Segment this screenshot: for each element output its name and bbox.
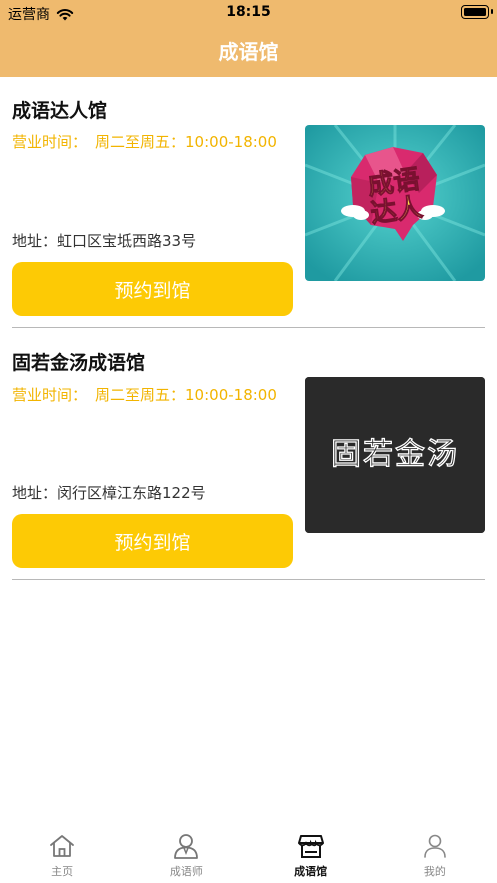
venue-hours: 营业时间： 周二至周五：10:00-18:00 <box>12 131 277 152</box>
tab-idiom-hall[interactable]: 成语馆 <box>249 825 373 883</box>
home-icon <box>50 835 75 857</box>
app-header: 运营商 18:15 成语馆 <box>0 0 497 77</box>
venue-image[interactable]: 固若金汤 <box>305 377 485 533</box>
battery-icon <box>461 5 493 19</box>
tab-home[interactable]: 主页 <box>0 825 124 883</box>
book-visit-button[interactable]: 预约到馆 <box>12 262 293 316</box>
status-time: 18:15 <box>226 4 271 20</box>
venue-name: 成语达人馆 <box>12 100 108 122</box>
address-value: 虹口区宝坻西路33号 <box>57 232 197 250</box>
venue-address: 地址：闵行区樟江东路122号 <box>12 482 206 503</box>
address-value: 闵行区樟江东路122号 <box>57 484 206 502</box>
venue-name: 固若金汤成语馆 <box>12 352 146 374</box>
store-icon <box>297 835 324 858</box>
address-label: 地址： <box>12 484 58 502</box>
venue-card: 固若金汤成语馆 营业时间： 周二至周五：10:00-18:00 地址：闵行区樟江东… <box>0 329 497 581</box>
tab-label: 我的 <box>423 865 446 878</box>
hours-value: 周二至周五：10:00-18:00 <box>95 386 277 404</box>
venue-image[interactable]: 成语 达人 <box>305 125 485 281</box>
divider <box>12 579 485 580</box>
divider <box>12 327 485 328</box>
person-icon <box>174 834 199 859</box>
venue-logo: 固若金汤 <box>305 377 485 533</box>
tab-label: 主页 <box>51 865 74 878</box>
logo-text: 固若金汤 <box>331 437 459 472</box>
user-icon <box>424 834 446 858</box>
tab-label: 成语师 <box>169 865 203 878</box>
venue-address: 地址：虹口区宝坻西路33号 <box>12 230 196 251</box>
address-label: 地址： <box>12 232 58 250</box>
status-bar: 运营商 18:15 <box>0 0 497 26</box>
page-title: 成语馆 <box>218 40 279 64</box>
hours-value: 周二至周五：10:00-18:00 <box>95 133 277 151</box>
tab-bar: 主页 成语师 成语馆 我的 <box>0 825 497 883</box>
tab-idiom-teacher[interactable]: 成语师 <box>124 825 248 883</box>
idiom-master-logo: 成语 达人 <box>305 125 485 281</box>
venue-hours: 营业时间： 周二至周五：10:00-18:00 <box>12 384 277 405</box>
hours-label: 营业时间： <box>12 386 88 404</box>
venue-card: 成语达人馆 营业时间： 周二至周五：10:00-18:00 地址：虹口区宝坻西路3… <box>0 77 497 329</box>
hours-label: 营业时间： <box>12 133 88 151</box>
tab-mine[interactable]: 我的 <box>373 825 497 883</box>
tab-label: 成语馆 <box>294 865 328 878</box>
book-visit-button[interactable]: 预约到馆 <box>12 514 293 568</box>
